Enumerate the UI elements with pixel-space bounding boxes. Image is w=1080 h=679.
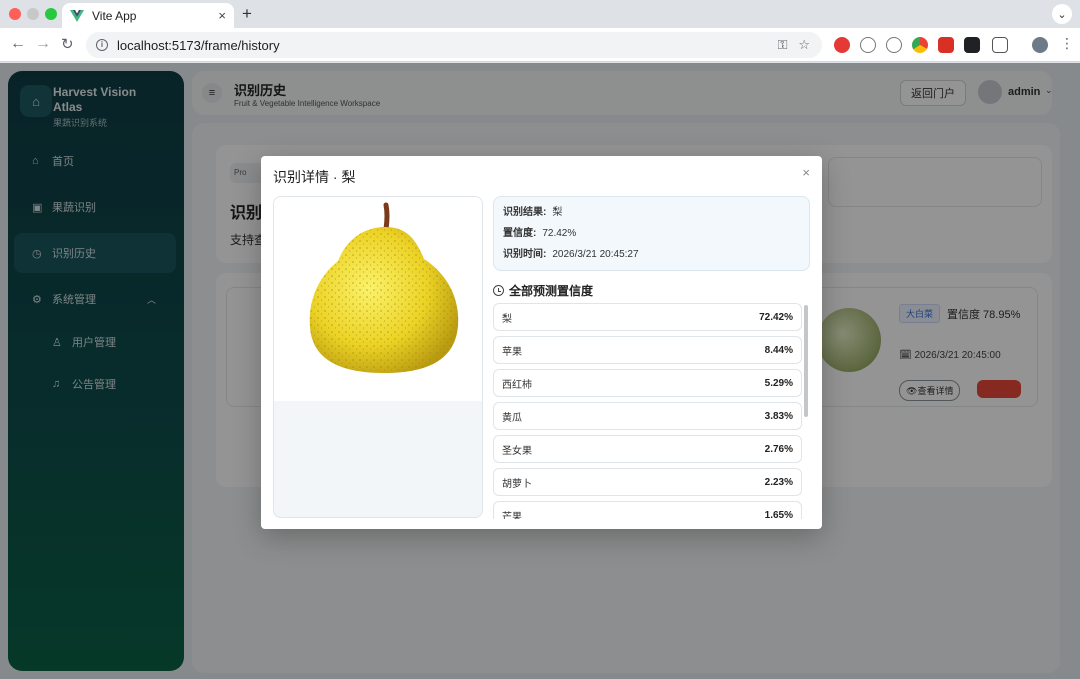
- window-minimize-button[interactable]: [27, 8, 39, 20]
- tab-search-icon[interactable]: ⌄: [1052, 4, 1072, 24]
- clock-icon: [493, 285, 504, 296]
- window-zoom-button[interactable]: [45, 8, 57, 20]
- prediction-name: 梨: [502, 313, 512, 325]
- extension-icon-3[interactable]: [886, 37, 902, 53]
- tab-close-icon[interactable]: ×: [218, 8, 226, 23]
- extensions-puzzle-icon[interactable]: [992, 37, 1008, 53]
- new-tab-button[interactable]: +: [242, 4, 252, 24]
- result-summary: 识别结果: 梨 置信度: 72.42% 识别时间: 2026/3/21 20:45:2…: [493, 196, 810, 271]
- prediction-value: 8.44%: [764, 344, 793, 356]
- close-icon[interactable]: ×: [802, 165, 810, 180]
- chrome-extension-icon[interactable]: [912, 37, 928, 53]
- prediction-name: 胡萝卜: [502, 478, 532, 490]
- prediction-name: 西红柿: [502, 379, 532, 391]
- prediction-value: 1.65%: [764, 509, 793, 520]
- bookmark-star-icon[interactable]: ⚿ ☆: [778, 37, 810, 53]
- site-info-icon[interactable]: i: [96, 39, 108, 51]
- prediction-row: 芒果 1.65%: [493, 501, 802, 519]
- prediction-value: 3.83%: [764, 410, 793, 422]
- prediction-row: 黄瓜 3.83%: [493, 402, 802, 430]
- forward-icon[interactable]: →: [35, 35, 51, 53]
- prediction-value: 2.76%: [764, 443, 793, 455]
- extension-icon-5[interactable]: [938, 37, 954, 53]
- browser-menu-icon[interactable]: ⋮: [1060, 35, 1074, 52]
- confidence-row: 置信度: 72.42%: [503, 227, 800, 248]
- browser-tabstrip: Vite App × + ⌄: [0, 0, 1080, 28]
- browser-toolbar: ← → ↻ i localhost:5173/frame/history ⚿ ☆…: [0, 28, 1080, 62]
- result-value: 梨: [552, 207, 563, 218]
- tab-title: Vite App: [92, 8, 137, 23]
- scrollbar-thumb[interactable]: [804, 305, 808, 417]
- time-label: 识别时间:: [503, 249, 547, 260]
- prediction-row: 苹果 8.44%: [493, 336, 802, 364]
- time-row: 识别时间: 2026/3/21 20:45:27: [503, 248, 800, 269]
- back-icon[interactable]: ←: [10, 35, 26, 53]
- time-value: 2026/3/21 20:45:27: [552, 249, 639, 260]
- prediction-row: 西红柿 5.29%: [493, 369, 802, 397]
- vite-logo-icon: [70, 9, 84, 22]
- extension-icon-6[interactable]: [964, 37, 980, 53]
- prediction-name: 黄瓜: [502, 412, 522, 424]
- url-text: localhost:5173/frame/history: [117, 37, 280, 53]
- prediction-name: 圣女果: [502, 445, 532, 457]
- reload-icon[interactable]: ↻: [61, 35, 74, 53]
- confidence-value: 72.42%: [542, 228, 577, 239]
- extension-icon-1[interactable]: [834, 37, 850, 53]
- address-bar[interactable]: i localhost:5173/frame/history ⚿ ☆: [86, 32, 822, 58]
- pear-image: [274, 197, 482, 401]
- prediction-name: 苹果: [502, 346, 522, 358]
- predictions-title: 全部预测置信度: [509, 284, 594, 298]
- prediction-value: 5.29%: [764, 377, 793, 389]
- predictions-list[interactable]: 芒果 1.65% 胡萝卜 2.23% 圣女果 2.76% 黄瓜 3.83% 西红柿 5.29% 苹果…: [493, 303, 810, 519]
- prediction-name: 芒果: [502, 511, 522, 520]
- prediction-row: 胡萝卜 2.23%: [493, 468, 802, 496]
- prediction-value: 72.42%: [759, 311, 793, 323]
- browser-tab[interactable]: Vite App ×: [62, 3, 234, 28]
- result-row: 识别结果: 梨: [503, 206, 800, 227]
- prediction-value: 2.23%: [764, 476, 793, 488]
- prediction-row: 梨 72.42%: [493, 303, 802, 331]
- confidence-label: 置信度:: [503, 228, 537, 239]
- pear-illustration: [309, 202, 459, 373]
- detail-dialog: 识别详情 · 梨 × 识别结果: 梨 置信度: 72.42% 识别时间: 202…: [261, 156, 822, 529]
- extension-icon-2[interactable]: [860, 37, 876, 53]
- dialog-title: 识别详情 · 梨: [273, 169, 356, 185]
- prediction-row: 圣女果 2.76%: [493, 435, 802, 463]
- predictions-heading: 全部预测置信度: [493, 282, 593, 299]
- image-preview: [273, 196, 483, 518]
- window-close-button[interactable]: [9, 8, 21, 20]
- profile-avatar-icon[interactable]: [1032, 37, 1048, 53]
- result-label: 识别结果:: [503, 207, 547, 218]
